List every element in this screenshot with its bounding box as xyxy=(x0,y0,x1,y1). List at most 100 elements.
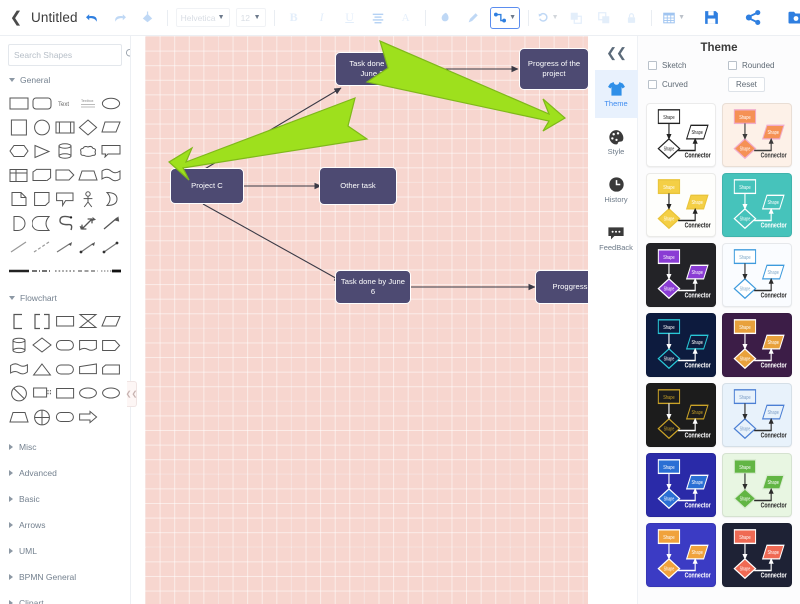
flow-triangle-icon[interactable] xyxy=(30,358,53,380)
line-dot-arrow-icon[interactable] xyxy=(77,236,100,258)
diagram-canvas-area[interactable]: Project C Task done by June 3 Other task… xyxy=(131,36,595,604)
checkbox-rounded[interactable]: Rounded xyxy=(728,61,774,70)
diagram-node-other-task[interactable]: Other task xyxy=(319,167,397,205)
checkbox-sketch[interactable]: Sketch xyxy=(648,61,728,70)
flow-arrow-right-icon[interactable] xyxy=(77,406,100,428)
shape-ellipse-icon[interactable] xyxy=(100,92,123,114)
bold-button[interactable]: B xyxy=(283,7,305,29)
checkbox-box[interactable] xyxy=(648,80,657,89)
align-center-icon[interactable] xyxy=(367,7,389,29)
theme-purple-dark[interactable]: Shape Shape Shape Connector xyxy=(646,243,716,307)
flow-rounded-icon[interactable] xyxy=(53,334,76,356)
theme-navy-cyan[interactable]: Shape Shape Shape Connector xyxy=(646,313,716,377)
bring-to-front-icon[interactable] xyxy=(565,7,587,29)
shape-category-bpmn-general[interactable]: BPMN General xyxy=(0,564,130,590)
share-nodes-icon[interactable] xyxy=(742,6,766,30)
theme-blue-orange[interactable]: Shape Shape Shape Connector xyxy=(646,523,716,587)
flow-document-icon[interactable] xyxy=(77,334,100,356)
save-disk-icon[interactable] xyxy=(700,6,724,30)
shape-double-arrow-icon[interactable] xyxy=(77,212,100,234)
shape-section-flowchart[interactable]: Flowchart xyxy=(0,284,130,308)
shape-category-misc[interactable]: Misc xyxy=(0,434,130,460)
shape-textbox-icon[interactable]: Textbox xyxy=(77,92,100,114)
line-dashdot-icon[interactable] xyxy=(30,260,53,282)
checkbox-box[interactable] xyxy=(648,61,657,70)
flow-pentagon-icon[interactable] xyxy=(100,334,123,356)
shape-category-arrows[interactable]: Arrows xyxy=(0,512,130,538)
underline-button[interactable]: U xyxy=(339,7,361,29)
checkbox-box[interactable] xyxy=(728,61,737,70)
flow-card-icon[interactable] xyxy=(100,358,123,380)
shape-rounded-rect-icon[interactable] xyxy=(30,92,53,114)
shape-actor-icon[interactable] xyxy=(77,188,100,210)
line-gradient-icon[interactable] xyxy=(100,260,123,282)
sidebar-collapse-handle[interactable]: ❮❮ xyxy=(126,381,137,407)
flow-circle-cross-icon[interactable] xyxy=(7,382,30,404)
theme-dark-coral[interactable]: Shape Shape Shape Connector xyxy=(722,523,792,587)
line-dot-both-icon[interactable] xyxy=(100,236,123,258)
shape-hexagon-icon[interactable] xyxy=(7,140,30,162)
flow-cylinder-icon[interactable] xyxy=(7,334,30,356)
italic-button[interactable]: I xyxy=(311,7,333,29)
theme-plain-white[interactable]: Shape Shape Shape Connector xyxy=(646,103,716,167)
pen-icon[interactable] xyxy=(462,7,484,29)
diagram-node-project-c[interactable]: Project C xyxy=(170,168,244,204)
flow-diamond-icon[interactable] xyxy=(30,334,53,356)
shape-category-uml[interactable]: UML xyxy=(0,538,130,564)
flow-ellipse-icon[interactable] xyxy=(77,382,100,404)
diagram-node-progress-of-the-project[interactable]: Progress of the project xyxy=(519,48,589,90)
shape-pentagon-arrow-icon[interactable] xyxy=(53,164,76,186)
diagram-node-proggress[interactable]: Proggress xyxy=(535,270,595,304)
line-thick-icon[interactable] xyxy=(7,260,30,282)
reset-button[interactable]: Reset xyxy=(728,77,765,92)
flow-hourglass-icon[interactable] xyxy=(77,310,100,332)
export-folder-icon[interactable] xyxy=(784,6,800,30)
shape-diamond-icon[interactable] xyxy=(77,116,100,138)
tab-theme[interactable]: Theme xyxy=(594,70,638,118)
line-dash-long-icon[interactable] xyxy=(77,260,100,282)
theme-yellow-light[interactable]: Shape Shape Shape Connector xyxy=(646,173,716,237)
theme-black-gold[interactable]: Shape Shape Shape Connector xyxy=(646,383,716,447)
shape-square-icon[interactable] xyxy=(7,116,30,138)
font-size-select[interactable]: 12 ▼ xyxy=(235,8,266,27)
shape-cloud-icon[interactable] xyxy=(77,140,100,162)
tab-feedback[interactable]: FeedBack xyxy=(595,214,638,262)
line-dashed-icon[interactable] xyxy=(30,236,53,258)
shape-rectangle-icon[interactable] xyxy=(7,92,30,114)
line-plain-icon[interactable] xyxy=(7,236,30,258)
shape-wave-icon[interactable] xyxy=(100,164,123,186)
font-color-button[interactable]: A xyxy=(395,7,417,29)
shape-s-curve-icon[interactable] xyxy=(53,212,76,234)
theme-plum-orange[interactable]: Shape Shape Shape Connector xyxy=(722,313,792,377)
diagram-node-task-june-3[interactable]: Task done by June 3 xyxy=(335,52,409,86)
theme-blue-outline[interactable]: Shape Shape Shape Connector xyxy=(722,243,792,307)
shape-table-icon[interactable] xyxy=(7,164,30,186)
flow-circle-plus-icon[interactable] xyxy=(30,406,53,428)
shape-cube-icon[interactable] xyxy=(30,164,53,186)
theme-indigo[interactable]: Shape Shape Shape Connector xyxy=(646,453,716,517)
shape-crescent-icon[interactable] xyxy=(100,188,123,210)
theme-green-light[interactable]: Shape Shape Shape Connector xyxy=(722,453,792,517)
shape-category-basic[interactable]: Basic xyxy=(0,486,130,512)
shape-callout-icon[interactable] xyxy=(100,140,123,162)
send-to-back-icon[interactable] xyxy=(593,7,615,29)
double-chevron-left-icon[interactable]: ❮❮ xyxy=(595,36,638,70)
shape-triangle-icon[interactable] xyxy=(30,140,53,162)
paint-bucket-icon[interactable] xyxy=(137,7,159,29)
shape-speech-bubble-icon[interactable] xyxy=(53,188,76,210)
tab-style[interactable]: Style xyxy=(595,118,638,166)
flow-trapezoid-icon[interactable] xyxy=(7,406,30,428)
flow-manual-input-icon[interactable] xyxy=(77,358,100,380)
font-family-select[interactable]: Helvetica ▼ xyxy=(175,8,230,27)
shape-note-icon[interactable] xyxy=(30,188,53,210)
line-arrow-icon[interactable] xyxy=(53,236,76,258)
search-input[interactable] xyxy=(14,50,125,60)
shape-category-clipart[interactable]: Clipart xyxy=(0,590,130,604)
rotate-icon[interactable]: ▼ xyxy=(537,7,559,29)
shape-document-icon[interactable] xyxy=(7,188,30,210)
shape-arrow-up-right-icon[interactable] xyxy=(100,212,123,234)
shape-parallelogram-icon[interactable] xyxy=(100,116,123,138)
page-title[interactable]: Untitled xyxy=(31,10,78,25)
chevron-left-icon[interactable]: ❮ xyxy=(8,10,24,25)
line-dotted-icon[interactable] xyxy=(53,260,76,282)
